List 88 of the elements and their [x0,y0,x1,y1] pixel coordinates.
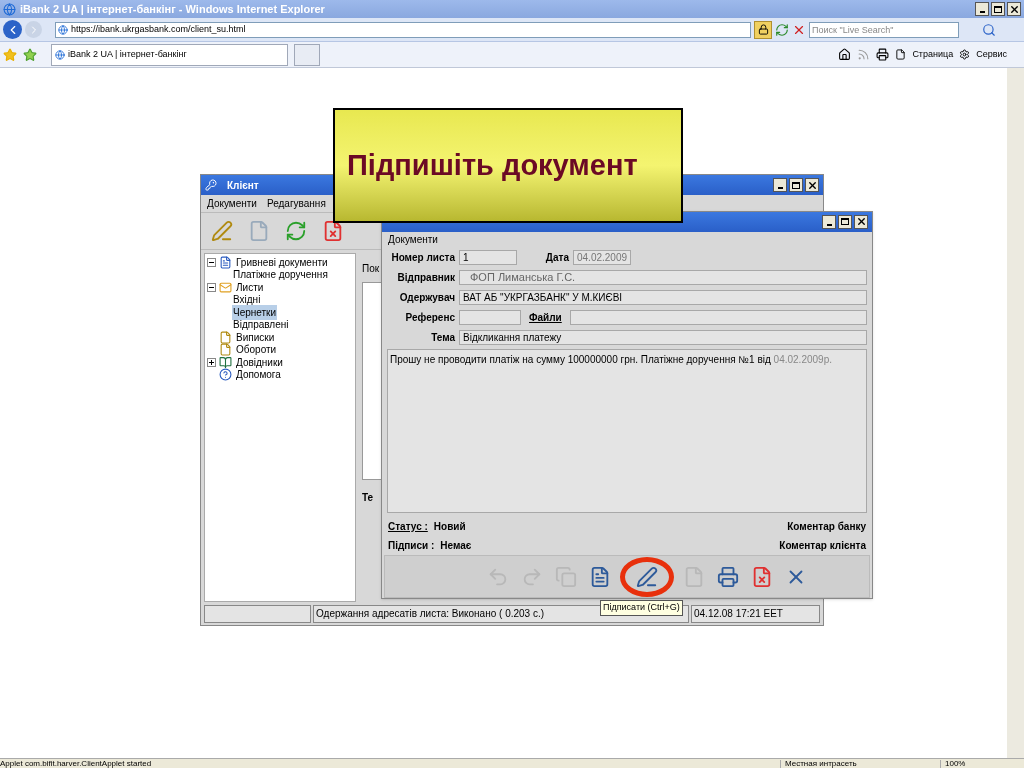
message-date: 04.02.2009р. [773,354,832,366]
zoom-text[interactable]: 100% [940,759,966,768]
menu-item[interactable]: Документи [388,231,438,247]
books-icon [219,355,232,369]
close-icon [855,216,867,228]
files-field[interactable] [569,310,867,326]
browser-tab[interactable]: iBank 2 UA | інтернет-банкінг [51,43,288,66]
subject-field[interactable]: Відкликання платежу [459,330,867,346]
home-icon[interactable] [838,48,852,61]
gear-icon[interactable] [959,49,971,60]
close-button[interactable] [805,178,819,192]
bank-comment-label: Коментар банку [787,520,866,535]
delete-icon[interactable] [322,220,344,242]
recipient-field[interactable]: ВАТ АБ "УКРГАЗБАНК" У М.КИЄВІ [459,290,867,306]
document-icon [219,255,232,269]
feed-icon[interactable] [857,48,871,61]
back-button[interactable] [3,20,22,39]
minimize-button[interactable] [975,2,989,16]
list-label: Пок [362,262,381,276]
signatures-value: Немає [440,539,472,554]
menu-item[interactable]: Редагування [266,196,326,211]
document-icon [219,330,232,344]
maximize-button[interactable] [991,2,1005,16]
page-icon [55,49,65,60]
toolbar-button[interactable] [620,556,674,597]
pen-icon [636,565,658,588]
minimize-button[interactable] [822,214,836,229]
maximize-button[interactable] [838,214,852,229]
field-label: Номер листа [390,251,455,266]
field-label: Референс [404,311,455,326]
message-text: Прошу не проводити платіж на сумму 100000000 грн. Платіжне доручення №1 від [390,354,771,366]
status-time: 04.12.08 17:21 EET [691,605,820,623]
refresh-icon[interactable] [285,220,307,242]
app-icon [205,179,217,191]
signatures-label: Підписи : [388,539,435,554]
number-field[interactable]: 1 [459,250,517,266]
close-icon [1008,3,1020,15]
page-icon[interactable] [895,49,907,60]
window-title: iBank 2 UA | інтернет-банкінг - Windows Internet Explorer [20,1,325,17]
document-icon [589,565,611,588]
close-icon [806,179,818,191]
tooltip: Підписати (Ctrl+G) [600,600,683,616]
delete-icon [751,565,773,588]
address-field[interactable]: https://ibank.ukrgasbank.com/client_su.html [55,21,751,38]
help-icon [219,368,232,382]
sender-field[interactable]: ФОП Лиманська Г.С. [459,270,867,286]
maximize-button[interactable] [789,178,803,192]
document-icon [219,343,232,357]
lock-icon [754,20,772,39]
page-icon [58,24,68,35]
status-link[interactable]: Статус : [388,519,428,535]
window-title: Клієнт [227,178,259,193]
favorites-star-icon[interactable] [3,47,17,62]
close-button[interactable] [854,214,868,229]
search-icon[interactable] [982,22,996,37]
section-label: Те [362,491,375,505]
callout-text: Підпишіть документ [347,147,638,183]
message-area[interactable]: Прошу не проводити платіж на сумму 100000000 грн. Платіжне доручення №1 від 04.02.2009р. [387,349,867,514]
search-field[interactable]: Поиск "Live Search" [809,21,959,38]
client-comment-label: Коментар клієнта [779,539,866,554]
close-button[interactable] [1007,2,1021,16]
page-menu[interactable]: Страница [912,47,954,62]
reference-field[interactable] [459,310,521,326]
field-label: Дата [544,251,569,266]
tree-item[interactable]: Допомога [235,367,282,383]
date-field[interactable]: 04.02.2009 [573,250,631,266]
printer-icon [717,565,739,588]
menu-item[interactable]: Документи [207,196,257,211]
expander[interactable] [207,257,216,267]
add-favorite-icon[interactable] [23,47,37,62]
status-value: Новий [433,520,466,535]
refresh-icon[interactable] [775,22,789,37]
expander[interactable] [207,282,216,292]
expander[interactable] [207,357,216,367]
tree-item[interactable]: Чернетки [232,304,278,320]
minimize-button[interactable] [773,178,787,192]
field-label: Одержувач [398,291,455,306]
tree-item[interactable]: Гривневі документи [235,254,329,270]
field-label: Відправник [396,271,455,286]
envelope-icon [219,280,232,294]
document-icon [683,565,705,588]
tools-menu[interactable]: Сервис [976,47,1007,62]
zone-text: Местная интрасеть [780,759,940,768]
browser-status-text: Applet com.bifit.harver.ClientApplet started [0,759,153,768]
browser-logo-icon [3,2,16,16]
field-label: Тема [430,331,455,346]
files-link[interactable]: Файли [525,310,566,326]
printer-icon[interactable] [876,48,890,61]
